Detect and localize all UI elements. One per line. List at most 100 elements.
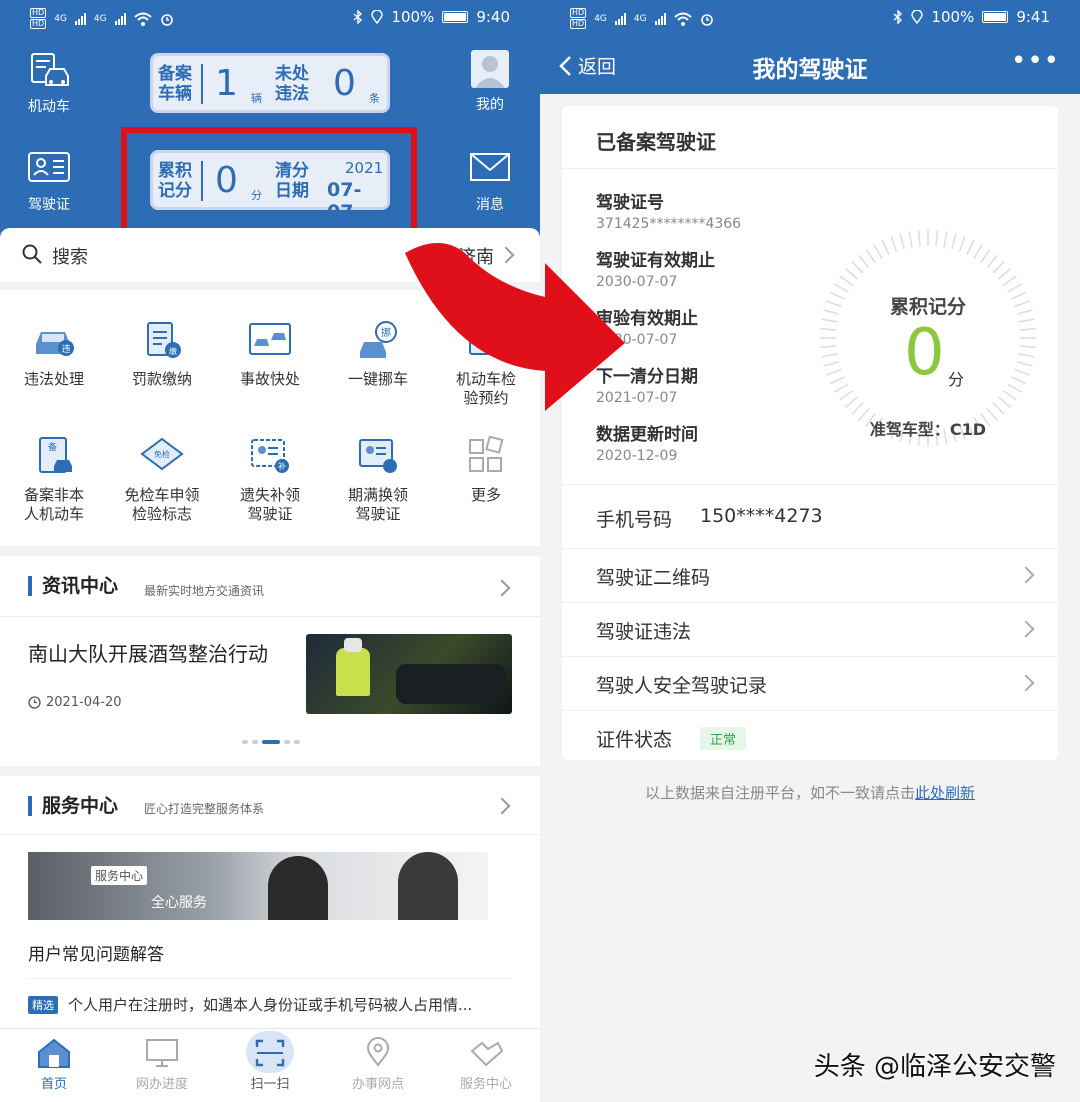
card-title: 已备案驾驶证 [596, 130, 716, 154]
grid-item-renew[interactable]: 期满换领 驾驶证 [324, 436, 432, 524]
chevron-right-icon [1017, 620, 1035, 638]
network-label: 4G [93, 13, 107, 24]
battery-icon [982, 11, 1009, 23]
safe-driving-row[interactable]: 驾驶人安全驾驶记录 [562, 656, 1058, 710]
news-headline[interactable]: 南山大队开展酒驾整治行动 [28, 638, 268, 667]
wifi-icon [133, 12, 152, 26]
signal-icon [114, 12, 126, 25]
gauge-tick [917, 230, 921, 247]
location-icon [371, 10, 384, 24]
gauge-tick [1002, 275, 1017, 286]
search-input[interactable]: 搜索 [52, 243, 88, 269]
tab-scan[interactable]: 扫一扫 [220, 1031, 320, 1092]
more-menu-button[interactable]: ••• [1011, 46, 1060, 76]
gauge-tick [839, 275, 854, 286]
gauge-tick [820, 345, 837, 349]
qr-code-row[interactable]: 驾驶证二维码 [562, 548, 1058, 602]
pick-badge: 精选 [28, 996, 58, 1014]
tab-outlets[interactable]: 办事网点 [328, 1037, 428, 1092]
violation-unit: 条 [369, 92, 380, 105]
chevron-right-icon[interactable] [493, 579, 511, 597]
grid-item-fine[interactable]: 缴 罚款缴纳 [108, 320, 216, 389]
banner-text: 全心服务 [151, 895, 207, 911]
gauge-title: 累积记分 [889, 296, 966, 318]
vehicle-button[interactable]: 机动车 [9, 52, 89, 116]
mine-button[interactable]: 我的 [450, 50, 530, 114]
violation-row[interactable]: 驾驶证违法 [562, 602, 1058, 656]
battery-icon [442, 11, 469, 23]
grid-item-reissue[interactable]: 补 遗失补领 驾驶证 [216, 436, 324, 524]
grid-item-label: 事故快处 [239, 370, 300, 388]
handshake-icon [470, 1041, 504, 1067]
hd-badge: HD [30, 8, 47, 18]
grid-item-exempt[interactable]: 免检 免检车申领 检验标志 [108, 436, 216, 524]
register-car-icon: 备 [39, 437, 72, 473]
gauge-tick [966, 239, 975, 255]
status-bar: HD HD 4G 4G 100% 9:40 [0, 0, 540, 34]
grid-item-more[interactable]: 更多 [432, 436, 540, 505]
gauge-tick [851, 261, 864, 274]
gauge-tick [980, 249, 991, 264]
news-section: 资讯中心 最新实时地方交通资讯 南山大队开展酒驾整治行动 2021-04-20 [0, 556, 540, 766]
row-label: 驾驶证违法 [596, 621, 692, 643]
message-button[interactable]: 消息 [450, 150, 530, 214]
page-title: 我的驾驶证 [752, 57, 868, 83]
gauge-tick [1011, 376, 1027, 385]
clock: 9:41 [1016, 8, 1050, 26]
grid-item-label: 备案非本 人机动车 [23, 486, 84, 523]
grid-item-violation[interactable]: 违 违法处理 [0, 320, 108, 389]
faq-link[interactable]: 用户常见问题解答 [28, 940, 164, 965]
chevron-right-icon [1017, 566, 1035, 584]
chevron-right-icon[interactable] [493, 797, 511, 815]
service-banner[interactable]: 服务中心 全心服务 [28, 852, 488, 920]
car-violation-icon: 违 [36, 332, 74, 356]
tab-label: 办事网点 [351, 1077, 404, 1092]
status-row: 证件状态 正常 [562, 710, 1058, 764]
gauge-tick [1016, 361, 1033, 367]
gauge-tick [1002, 390, 1017, 401]
gauge-tick [992, 261, 1005, 274]
registered-vehicle-label: 备案 车辆 [158, 64, 192, 104]
divider [0, 616, 540, 617]
svg-text:补: 补 [278, 461, 286, 471]
news-title: 资讯中心 [28, 576, 118, 596]
message-label: 消息 [476, 197, 504, 213]
gauge-tick [834, 283, 849, 293]
divider [0, 834, 540, 835]
battery-percent: 100% [931, 8, 975, 26]
battery-percent: 100% [391, 8, 435, 26]
tab-progress[interactable]: 网办进度 [112, 1039, 212, 1092]
license-button[interactable]: 驾驶证 [9, 150, 89, 214]
more-icon [469, 436, 504, 472]
id-card-icon [28, 152, 70, 182]
news-image[interactable] [306, 634, 512, 714]
gauge-tick [858, 254, 870, 269]
phone-value: 150****4273 [700, 505, 823, 527]
accident-icon [249, 323, 291, 355]
status-badge: 正常 [700, 727, 747, 750]
footer-text: 以上数据来自注册平台，如不一致请点击 [644, 784, 915, 802]
gauge-tick [821, 353, 838, 358]
service-subtitle: 匠心打造完整服务体系 [144, 802, 265, 816]
grid-item-register-car[interactable]: 备 备案非本 人机动车 [0, 436, 108, 524]
grid-item-label: 免检车申领 检验标志 [124, 486, 200, 523]
monitor-icon [146, 1039, 178, 1067]
score-gauge: 累积记分 0 分 准驾车型：C1D [816, 226, 1040, 450]
grid-item-accident[interactable]: 事故快处 [216, 320, 324, 389]
refresh-link[interactable]: 此处刷新 [915, 784, 975, 802]
tab-bar: 首页 网办进度 扫一扫 办事网点 服务中心 [0, 1028, 540, 1102]
divider [201, 64, 203, 104]
gauge-value: 0 [904, 316, 945, 390]
gauge-tick [997, 268, 1012, 280]
pick-text[interactable]: 个人用户在注册时，如遇本人身份证或手机号码被人占用情... [68, 994, 472, 1015]
svg-text:免检: 免检 [154, 449, 170, 459]
news-date: 2021-04-20 [46, 695, 122, 710]
gauge-tick [821, 318, 838, 323]
envelope-icon [470, 153, 510, 181]
vehicle-plate-card[interactable]: 备案 车辆 1 辆 未处 违法 0 条 [150, 53, 390, 113]
network-label: 4G [633, 13, 647, 24]
gauge-tick [1007, 283, 1022, 293]
tab-service[interactable]: 服务中心 [436, 1041, 536, 1092]
gauge-tick [908, 231, 913, 248]
tab-home[interactable]: 首页 [4, 1038, 104, 1092]
